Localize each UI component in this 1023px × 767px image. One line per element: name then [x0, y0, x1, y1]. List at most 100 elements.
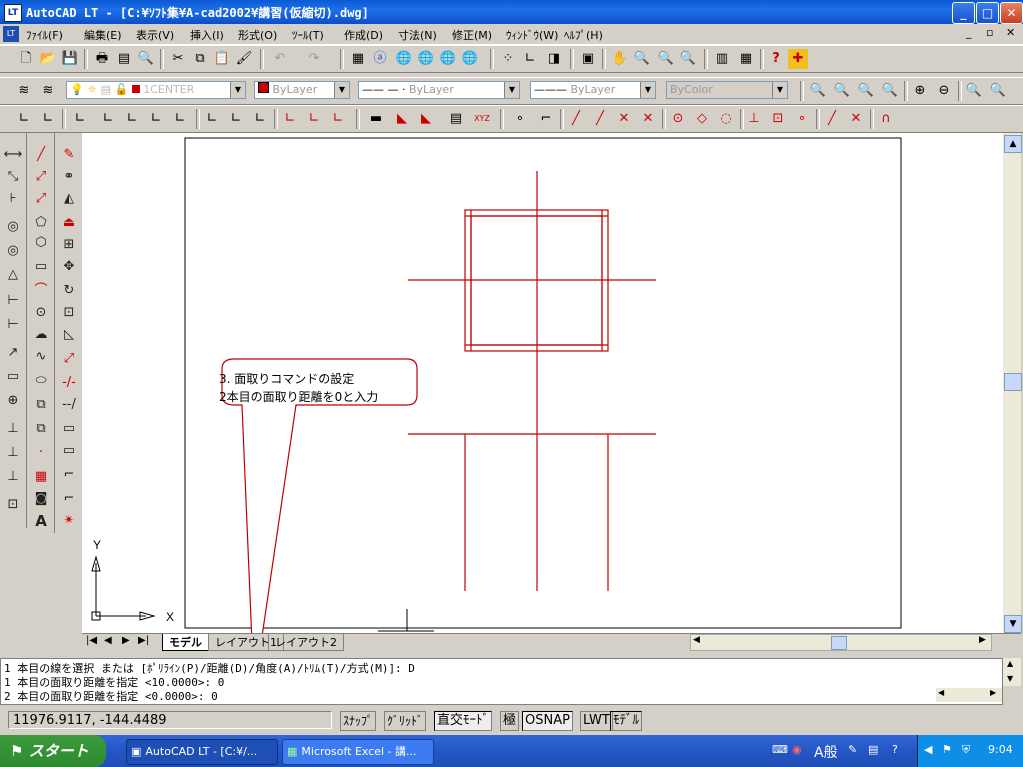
cut-icon[interactable]: ✂: [168, 49, 188, 69]
scroll-left-icon[interactable]: ◀: [938, 688, 944, 697]
osnap-icon[interactable]: ⁘: [498, 49, 518, 69]
menu-tools[interactable]: ﾂｰﾙ(T): [292, 27, 324, 43]
tip-icon[interactable]: ✚: [788, 49, 808, 69]
web-link-icon[interactable]: 🌐: [416, 49, 436, 69]
open-icon[interactable]: 📂: [38, 49, 58, 69]
match-properties-icon[interactable]: 🖌: [234, 49, 254, 69]
circle-icon[interactable]: ⊙: [30, 303, 52, 323]
task-autocad[interactable]: ▣ AutoCAD LT - [C:¥/...: [126, 739, 278, 765]
web-icon[interactable]: 🌐: [394, 49, 414, 69]
polygon-icon[interactable]: ⬠: [30, 213, 52, 233]
copy-object-icon[interactable]: ⚭: [58, 167, 80, 187]
zoom-scale-icon[interactable]: 🔍: [856, 81, 876, 101]
help-icon[interactable]: ?: [766, 49, 786, 69]
hatch-icon[interactable]: ▦: [30, 467, 52, 487]
layer-manager-icon[interactable]: ≋: [14, 81, 34, 101]
zoom-in-icon[interactable]: ⊕: [910, 81, 930, 101]
mirror-icon[interactable]: ◭: [58, 189, 80, 209]
vertical-scrollbar[interactable]: ▲ ▼: [1003, 133, 1022, 633]
ucs-previous-icon[interactable]: ∟: [38, 109, 58, 129]
line-icon[interactable]: ╱: [30, 145, 52, 165]
ucs-icon[interactable]: ∟: [520, 49, 540, 69]
dim-text-edit-icon[interactable]: ⊥: [2, 467, 24, 487]
snap-insert-icon[interactable]: ⊡: [768, 109, 788, 129]
arc-icon[interactable]: ⌒: [30, 281, 52, 301]
menu-modify[interactable]: 修正(M): [452, 27, 492, 43]
rotate-icon[interactable]: ↻: [58, 281, 80, 301]
doc-close-icon[interactable]: ✕: [1006, 26, 1015, 39]
dim-diameter-icon[interactable]: ◎: [2, 241, 24, 261]
ime-tool-icon[interactable]: ✎: [848, 743, 857, 756]
toggle-osnap[interactable]: OSNAP: [522, 711, 573, 731]
properties-icon[interactable]: ◨: [544, 49, 564, 69]
scroll-right-icon[interactable]: ▶: [990, 688, 996, 697]
scroll-down-icon[interactable]: ▼: [1007, 674, 1013, 683]
maximize-button[interactable]: □: [976, 2, 999, 24]
web-search-icon[interactable]: 🌐: [438, 49, 458, 69]
toggle-ortho[interactable]: 直交ﾓｰﾄﾞ: [434, 711, 493, 731]
polyline-icon[interactable]: ⤢: [30, 189, 52, 209]
menu-window[interactable]: ｳｨﾝﾄﾞｳ(W): [506, 27, 558, 43]
toggle-lwt[interactable]: LWT: [580, 711, 613, 731]
ucs-world-icon[interactable]: ∟: [14, 109, 34, 129]
lineweight-select[interactable]: ——— ByLayer ▼: [530, 81, 656, 99]
copy-icon[interactable]: ⧉: [190, 49, 210, 69]
extend-icon[interactable]: --/: [58, 395, 80, 415]
command-window[interactable]: 1 本目の線を選択 または [ﾎﾟﾘﾗｲﾝ(P)/距離(D)/角度(A)/ﾄﾘﾑ…: [0, 658, 1003, 705]
ucs-zaxis-icon[interactable]: ∟: [250, 109, 270, 129]
ucs-z-icon[interactable]: ∟: [122, 109, 142, 129]
snap-quadrant-icon[interactable]: ◇: [692, 109, 712, 129]
menu-file[interactable]: ﾌｧｲﾙ(F): [26, 27, 63, 43]
zoom-center-icon[interactable]: 🔍: [880, 81, 900, 101]
dim-ordinate-icon[interactable]: ⊦: [2, 189, 24, 209]
menu-draw[interactable]: 作成(D): [344, 27, 383, 43]
dim-update-icon[interactable]: ∟: [304, 109, 324, 129]
offset-icon[interactable]: ⏏: [58, 213, 80, 233]
ime-icon[interactable]: ◉: [792, 743, 802, 756]
redo-icon[interactable]: ↷: [304, 49, 324, 69]
region-icon[interactable]: ◙: [30, 489, 52, 509]
tab-prev-icon[interactable]: ◀: [104, 635, 112, 646]
dim-override-icon[interactable]: ∟: [328, 109, 348, 129]
snap-from-icon[interactable]: ⌐: [536, 109, 556, 129]
ellipse-icon[interactable]: ⬭: [30, 371, 52, 391]
fillet-icon[interactable]: ⌐: [58, 489, 80, 509]
tray-network-icon[interactable]: ⚑: [942, 743, 952, 756]
task-excel[interactable]: ▦ Microsoft Excel - 講...: [282, 739, 434, 765]
color-select[interactable]: ByLayer ▼: [254, 81, 350, 99]
menu-insert[interactable]: 挿入(I): [190, 27, 224, 43]
list-icon[interactable]: ▥: [712, 49, 732, 69]
toggle-grid[interactable]: ｸﾞﾘｯﾄﾞ: [384, 711, 427, 731]
zoom-realtime-icon[interactable]: 🔍: [632, 49, 652, 69]
zoom-all-icon[interactable]: 🔍: [964, 81, 984, 101]
ucs-origin-icon[interactable]: ∟: [98, 109, 118, 129]
snap-tangent-icon[interactable]: ◌: [716, 109, 736, 129]
dim-aligned-icon[interactable]: ◣: [392, 109, 412, 129]
chamfer-icon[interactable]: ⌐: [58, 465, 80, 485]
doc-restore-icon[interactable]: ▫: [986, 26, 993, 39]
toggle-polar[interactable]: 極: [500, 711, 520, 731]
zoom-window-icon[interactable]: 🔍: [808, 81, 828, 101]
calculator-icon[interactable]: ▦: [736, 49, 756, 69]
dim-aligned-icon[interactable]: ⤡: [2, 167, 24, 187]
snap-node-icon[interactable]: ∘: [792, 109, 812, 129]
linetype-select[interactable]: —— — · ByLayer ▼: [358, 81, 520, 99]
trim-icon[interactable]: -/-: [58, 373, 80, 393]
break-at-point-icon[interactable]: ▭: [58, 441, 80, 461]
scroll-thumb[interactable]: [1004, 373, 1022, 391]
make-block-icon[interactable]: ⧉: [30, 419, 52, 439]
chevron-down-icon[interactable]: ▼: [640, 82, 655, 98]
rectangle-icon[interactable]: ▭: [30, 257, 52, 277]
plotstyle-select[interactable]: ByColor ▼: [666, 81, 788, 99]
ucs-x-icon[interactable]: ∟: [202, 109, 222, 129]
snap-settings-icon[interactable]: ∩: [876, 109, 896, 129]
dim-quick-icon[interactable]: ⊢: [2, 291, 24, 311]
dim-style-icon[interactable]: ⊡: [2, 495, 24, 515]
design-center-icon[interactable]: ▦: [348, 49, 368, 69]
chevron-down-icon[interactable]: ▼: [334, 82, 349, 98]
spline-icon[interactable]: ∿: [30, 347, 52, 367]
stretch-icon[interactable]: ◺: [58, 325, 80, 345]
snap-tracking-icon[interactable]: ∘: [510, 109, 530, 129]
mtext-icon[interactable]: A: [30, 511, 52, 531]
new-icon[interactable]: 🗋: [16, 49, 36, 69]
